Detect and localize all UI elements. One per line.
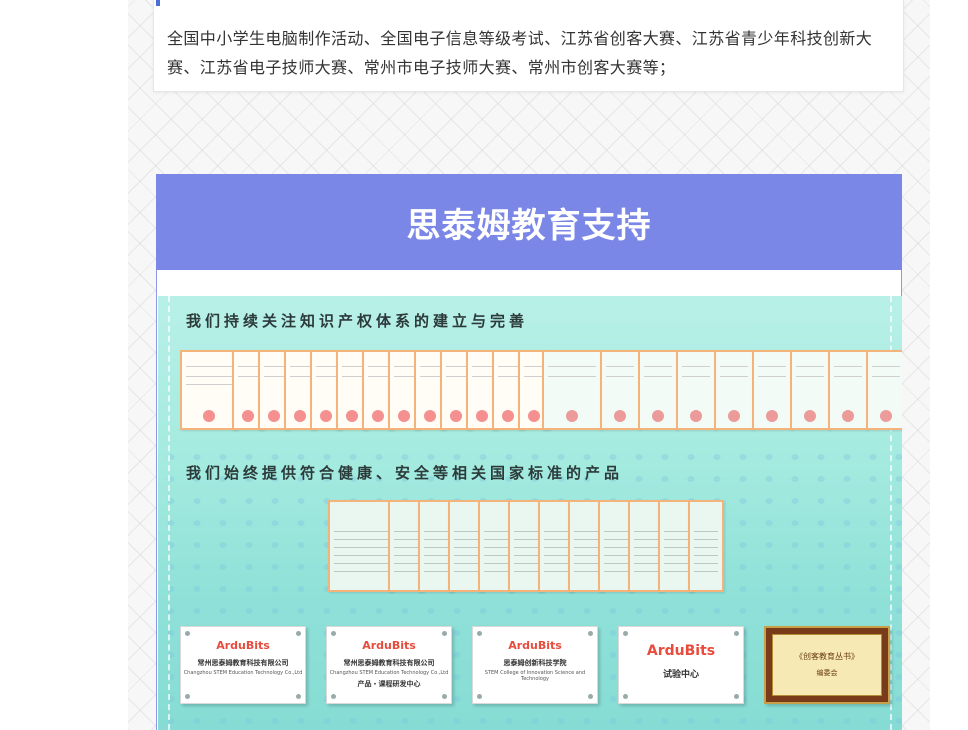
competition-text-card: 全国中小学生电脑制作活动、全国电子信息等级考试、江苏省创客大赛、江苏省青少年科技…	[153, 0, 904, 92]
section-title: 思泰姆教育支持	[406, 205, 652, 246]
copyright-certificate	[752, 350, 792, 430]
copyright-certificate	[866, 350, 902, 430]
test-center-plaque: ArduBits 试验中心	[618, 626, 744, 704]
ardubits-logo: ArduBits	[508, 639, 562, 652]
copyright-certificate	[714, 350, 754, 430]
ardubits-logo: ArduBits	[362, 639, 416, 652]
ardubits-logo: ArduBits	[646, 643, 716, 659]
patent-certificate	[180, 350, 238, 430]
patent-certificates-row	[180, 350, 550, 430]
copyright-certificate	[600, 350, 640, 430]
support-info-panel: 我们持续关注知识产权体系的建立与完善 我们始终提供符合健康、安全等相关国家标准的…	[156, 270, 902, 730]
software-copyright-certificates-row	[542, 350, 902, 430]
poster-dashed-border-left	[168, 296, 170, 730]
plaques-row: ArduBits 常州思泰姆教育科技有限公司 Changzhou STEM Ed…	[180, 626, 890, 704]
copyright-certificate	[676, 350, 716, 430]
college-plaque: ArduBits 思泰姆创新科技学院 STEM College of Innov…	[472, 626, 598, 704]
copyright-certificate	[542, 350, 602, 430]
test-report	[328, 500, 394, 592]
book-committee-plaque: 《创客教育丛书》 编委会	[764, 626, 890, 704]
support-poster-image: 我们持续关注知识产权体系的建立与完善 我们始终提供符合健康、安全等相关国家标准的…	[158, 296, 902, 730]
test-report	[688, 500, 724, 592]
copyright-certificate	[790, 350, 830, 430]
ardubits-logo: ArduBits	[216, 639, 270, 652]
company-plaque: ArduBits 常州思泰姆教育科技有限公司 Changzhou STEM Ed…	[180, 626, 306, 704]
copyright-certificate	[828, 350, 868, 430]
standard-heading: 我们始终提供符合健康、安全等相关国家标准的产品	[186, 464, 624, 482]
section-banner: 思泰姆教育支持	[156, 174, 902, 270]
test-reports-row	[328, 500, 724, 592]
ip-heading: 我们持续关注知识产权体系的建立与完善	[186, 312, 529, 330]
competition-list-text: 全国中小学生电脑制作活动、全国电子信息等级考试、江苏省创客大赛、江苏省青少年科技…	[167, 29, 873, 77]
card-accent-bar	[156, 0, 160, 6]
book-title: 《创客教育丛书》	[795, 652, 859, 661]
rd-center-plaque: ArduBits 常州思泰姆教育科技有限公司 Changzhou STEM Ed…	[326, 626, 452, 704]
committee-label: 编委会	[816, 669, 838, 677]
copyright-certificate	[638, 350, 678, 430]
